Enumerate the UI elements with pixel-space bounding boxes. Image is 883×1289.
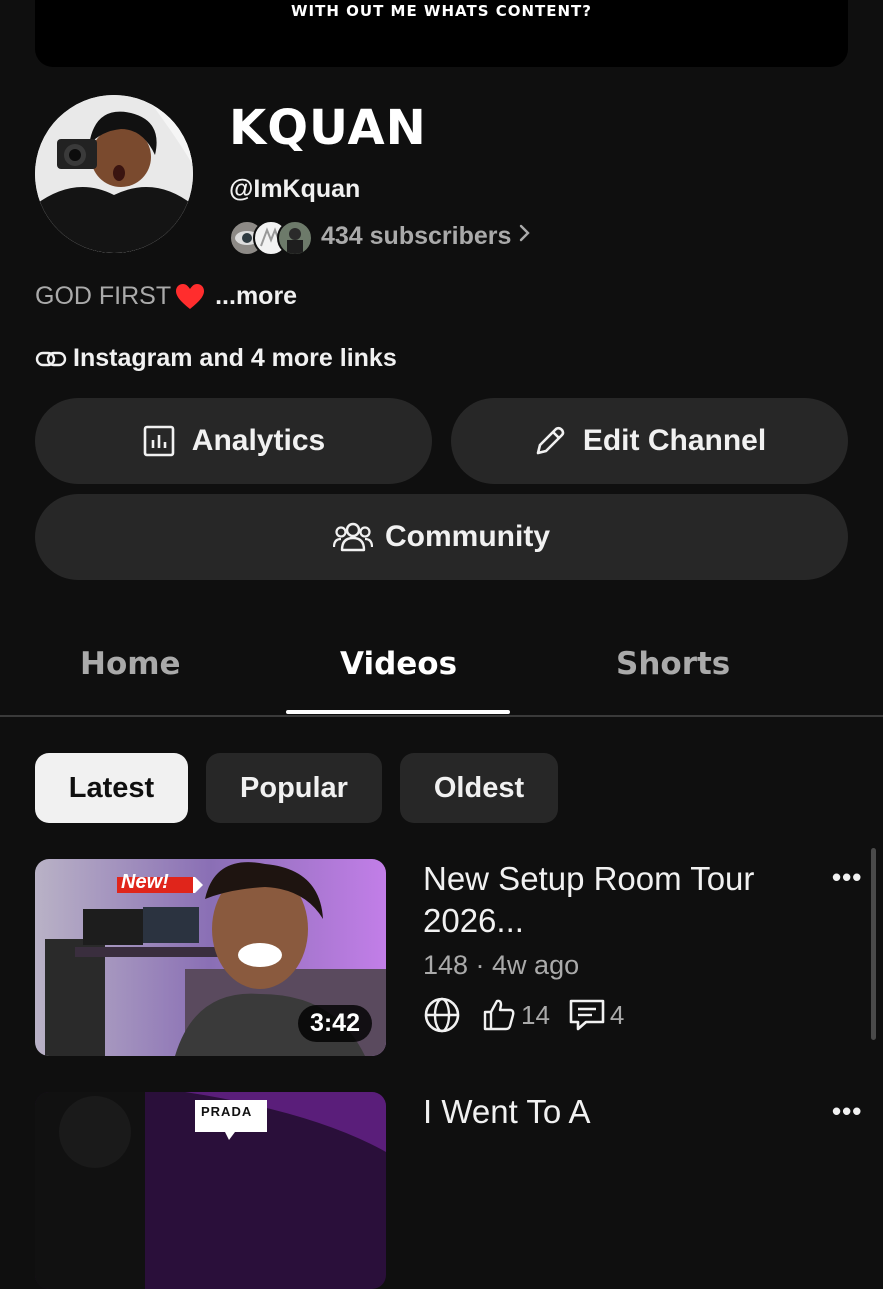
channel-banner[interactable]: WITH OUT ME WHATS CONTENT? (35, 0, 848, 67)
chip-popular[interactable]: Popular (206, 753, 382, 823)
globe-icon (423, 996, 461, 1034)
video-thumbnail[interactable]: New! 3:42 (35, 859, 386, 1056)
chevron-right-icon (519, 222, 531, 250)
comment-icon[interactable] (568, 997, 606, 1033)
people-icon (333, 520, 389, 554)
link-icon (35, 349, 73, 369)
video-duration: 3:42 (297, 1005, 372, 1042)
description-more-link[interactable]: ...more (215, 282, 297, 311)
thumbnail-image (35, 1092, 386, 1289)
channel-links[interactable]: Instagram and 4 more links (35, 344, 397, 373)
pencil-icon (533, 424, 583, 458)
video-thumbnail[interactable]: PRADA (35, 1092, 386, 1289)
analytics-label: Analytics (191, 424, 326, 457)
community-label: Community (385, 520, 550, 553)
tab-videos[interactable]: Videos (340, 646, 457, 682)
thumbs-up-icon[interactable] (481, 997, 517, 1033)
channel-handle: @ImKquan (229, 175, 361, 203)
heart-icon (175, 283, 205, 311)
channel-name: KQUAN (229, 100, 427, 156)
subscriber-avatar (277, 220, 313, 256)
subscriber-count: 434 subscribers (321, 221, 512, 250)
chip-oldest[interactable]: Oldest (400, 753, 558, 823)
comments-count: 4 (609, 999, 625, 1030)
scrollbar[interactable] (871, 848, 876, 1040)
edit-channel-button[interactable]: Edit Channel (451, 398, 848, 484)
new-badge: New! (121, 871, 169, 893)
analytics-icon (142, 424, 192, 458)
channel-description[interactable]: GOD FIRST ...more (35, 282, 297, 311)
community-button[interactable]: Community (35, 494, 848, 580)
video-stats: 14 4 (423, 996, 624, 1034)
tabs-divider (0, 715, 883, 717)
video-meta: 148 · 4w ago (423, 950, 580, 980)
video-title[interactable]: New Setup Room Tour 2026... (423, 858, 823, 942)
chip-latest[interactable]: Latest (35, 753, 188, 823)
subscriber-avatars (229, 218, 313, 256)
links-text: Instagram and 4 more links (73, 344, 397, 372)
banner-text: WITH OUT ME WHATS CONTENT? (291, 2, 592, 20)
channel-tabs: Home Videos Shorts (0, 620, 883, 716)
active-tab-indicator (286, 710, 510, 714)
tab-shorts[interactable]: Shorts (616, 646, 730, 682)
more-options-icon[interactable]: ••• (832, 1096, 862, 1127)
tab-home[interactable]: Home (80, 646, 181, 682)
video-title[interactable]: I Went To A (423, 1091, 823, 1133)
prada-badge: PRADA (201, 1104, 253, 1119)
more-options-icon[interactable]: ••• (832, 862, 862, 893)
likes-count: 14 (521, 999, 550, 1030)
analytics-button[interactable]: Analytics (35, 398, 432, 484)
edit-channel-label: Edit Channel (582, 424, 767, 457)
avatar-image (35, 95, 193, 253)
description-text: GOD FIRST (35, 282, 172, 310)
subscribers-row[interactable]: 434 subscribers (229, 218, 531, 256)
channel-avatar[interactable] (35, 95, 193, 253)
